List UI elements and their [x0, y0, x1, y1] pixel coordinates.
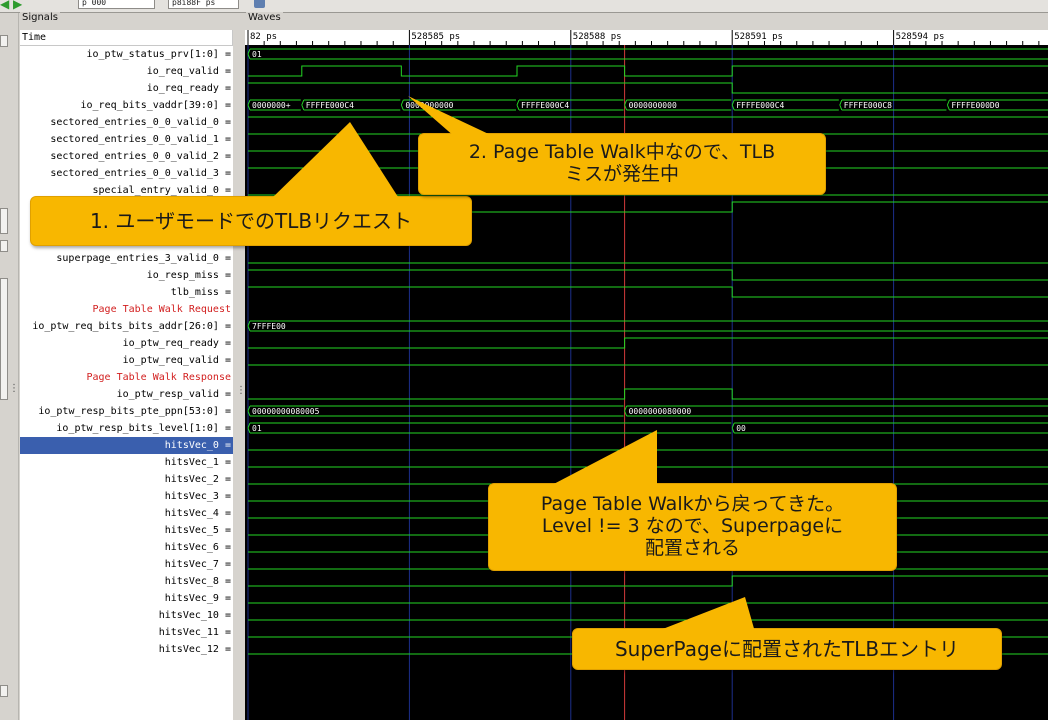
- signal-name[interactable]: sectored_entries_0_0_valid_2 =: [20, 148, 233, 165]
- bus-value: 7FFFE00: [252, 322, 286, 331]
- forward-arrow-icon[interactable]: ▶: [13, 0, 22, 11]
- signal-name[interactable]: hitsVec_8 =: [20, 573, 233, 590]
- signal-name[interactable]: io_req_valid =: [20, 63, 233, 80]
- signal-name[interactable]: io_req_bits_vaddr[39:0] =: [20, 97, 233, 114]
- signal-name[interactable]: hitsVec_10 =: [20, 607, 233, 624]
- ruler-label: 528594 ps: [896, 32, 945, 42]
- bus-value: FFFFE000D0: [951, 101, 999, 110]
- signals-panel: Time io_ptw_status_prv[1:0] = io_req_vali…: [20, 30, 233, 720]
- signal-name[interactable]: io_ptw_resp_valid =: [20, 386, 233, 403]
- signal-name[interactable]: superpage_entries_3_valid_0 =: [20, 250, 233, 267]
- signal-list: io_ptw_status_prv[1:0] = io_req_valid = io…: [20, 46, 233, 658]
- signal-group-label[interactable]: Page Table Walk Request: [20, 301, 233, 318]
- collapse-button[interactable]: [0, 240, 8, 252]
- bus-wave: [247, 48, 1048, 60]
- bit-wave: [248, 269, 1048, 281]
- collapse-button[interactable]: [0, 35, 8, 47]
- signal-name[interactable]: io_ptw_req_bits_bits_addr[26:0] =: [20, 318, 233, 335]
- signal-name[interactable]: hitsVec_6 =: [20, 539, 233, 556]
- reload-icon[interactable]: [254, 0, 265, 8]
- bus-value: 01: [252, 50, 262, 59]
- back-arrow-icon[interactable]: ◀: [0, 0, 9, 11]
- time-header: Time: [20, 30, 233, 46]
- signal-name[interactable]: hitsVec_4 =: [20, 505, 233, 522]
- signal-name[interactable]: io_ptw_req_ready =: [20, 335, 233, 352]
- bus-wave: [247, 422, 732, 434]
- ruler-label: 528591 ps: [734, 32, 783, 42]
- pane-separator[interactable]: ⋮: [234, 30, 246, 720]
- callout-ptw-returned: Page Table Walkから戻ってきた。 Level != 3 なので、S…: [488, 483, 897, 571]
- signal-name[interactable]: io_ptw_status_prv[1:0] =: [20, 46, 233, 63]
- ruler-label: 82 ps: [250, 32, 277, 42]
- signal-name[interactable]: io_ptw_resp_bits_level[1:0] =: [20, 420, 233, 437]
- bus-wave: [731, 422, 1048, 434]
- callout-superpage-entry: SuperPageに配置されたTLBエントリ: [572, 628, 1002, 670]
- collapse-button[interactable]: [0, 685, 8, 697]
- bus-value: FFFFE000C4: [306, 101, 354, 110]
- bit-wave: [248, 82, 1048, 94]
- bus-value: FFFFE000C8: [844, 101, 892, 110]
- signal-name[interactable]: sectored_entries_0_0_valid_3 =: [20, 165, 233, 182]
- signal-name[interactable]: io_ptw_resp_bits_pte_ppn[53:0] =: [20, 403, 233, 420]
- signal-name[interactable]: io_ptw_req_valid =: [20, 352, 233, 369]
- signal-name[interactable]: hitsVec_11 =: [20, 624, 233, 641]
- bus-wave: [247, 320, 1048, 332]
- callout-user-mode-request: 1. ユーザモードでのTLBリクエスト: [30, 196, 472, 246]
- signal-name[interactable]: io_resp_miss =: [20, 267, 233, 284]
- bit-wave: [248, 388, 1048, 400]
- bus-value: FFFFE000C4: [736, 101, 784, 110]
- expand-button[interactable]: [0, 208, 8, 234]
- signal-name[interactable]: hitsVec_7 =: [20, 556, 233, 573]
- bus-value: 0000000000: [629, 101, 677, 110]
- signal-name[interactable]: hitsVec_1 =: [20, 454, 233, 471]
- bus-value: 00000000080005: [252, 407, 320, 416]
- signal-name[interactable]: io_req_ready =: [20, 80, 233, 97]
- bit-wave: [248, 575, 1048, 587]
- signal-name[interactable]: hitsVec_2 =: [20, 471, 233, 488]
- signal-name[interactable]: hitsVec_9 =: [20, 590, 233, 607]
- signals-panel-title: Signals: [20, 12, 60, 23]
- ruler-label: 528585 ps: [411, 32, 460, 42]
- signal-name[interactable]: tlb_miss =: [20, 284, 233, 301]
- signal-name[interactable]: hitsVec_12 =: [20, 641, 233, 658]
- toolbar: ◀ ▶ p 000 p8i88F ps: [0, 0, 1048, 13]
- ruler-label: 528588 ps: [573, 32, 622, 42]
- bus-value: 00: [736, 424, 746, 433]
- bus-value: FFFFE000C4: [521, 101, 569, 110]
- sst-panel-strip: ⋮: [0, 13, 19, 720]
- signal-name[interactable]: sectored_entries_0_0_valid_0 =: [20, 114, 233, 131]
- bit-wave: [248, 65, 1048, 77]
- bus-value: 0000000000: [405, 101, 453, 110]
- signal-name[interactable]: hitsVec_3 =: [20, 488, 233, 505]
- signal-name[interactable]: hitsVec_0 =: [20, 437, 233, 454]
- bus-value: 0000000+: [252, 101, 291, 110]
- bit-wave: [248, 286, 1048, 298]
- waves-panel-title: Waves: [246, 12, 283, 23]
- signal-group-label[interactable]: Page Table Walk Response: [20, 369, 233, 386]
- bit-wave: [248, 337, 1048, 349]
- marker-time-field[interactable]: p 000: [78, 0, 155, 9]
- pane-grip-icon[interactable]: ⋮: [9, 383, 19, 394]
- signal-name[interactable]: sectored_entries_0_0_valid_1 =: [20, 131, 233, 148]
- bus-value: 01: [252, 424, 262, 433]
- current-time-field[interactable]: p8i88F ps: [168, 0, 239, 9]
- pane-handle[interactable]: [0, 278, 8, 400]
- callout-tlb-miss: 2. Page Table Walk中なので、TLB ミスが発生中: [418, 133, 826, 195]
- signal-name[interactable]: hitsVec_5 =: [20, 522, 233, 539]
- bus-value: 0000000080000: [629, 407, 692, 416]
